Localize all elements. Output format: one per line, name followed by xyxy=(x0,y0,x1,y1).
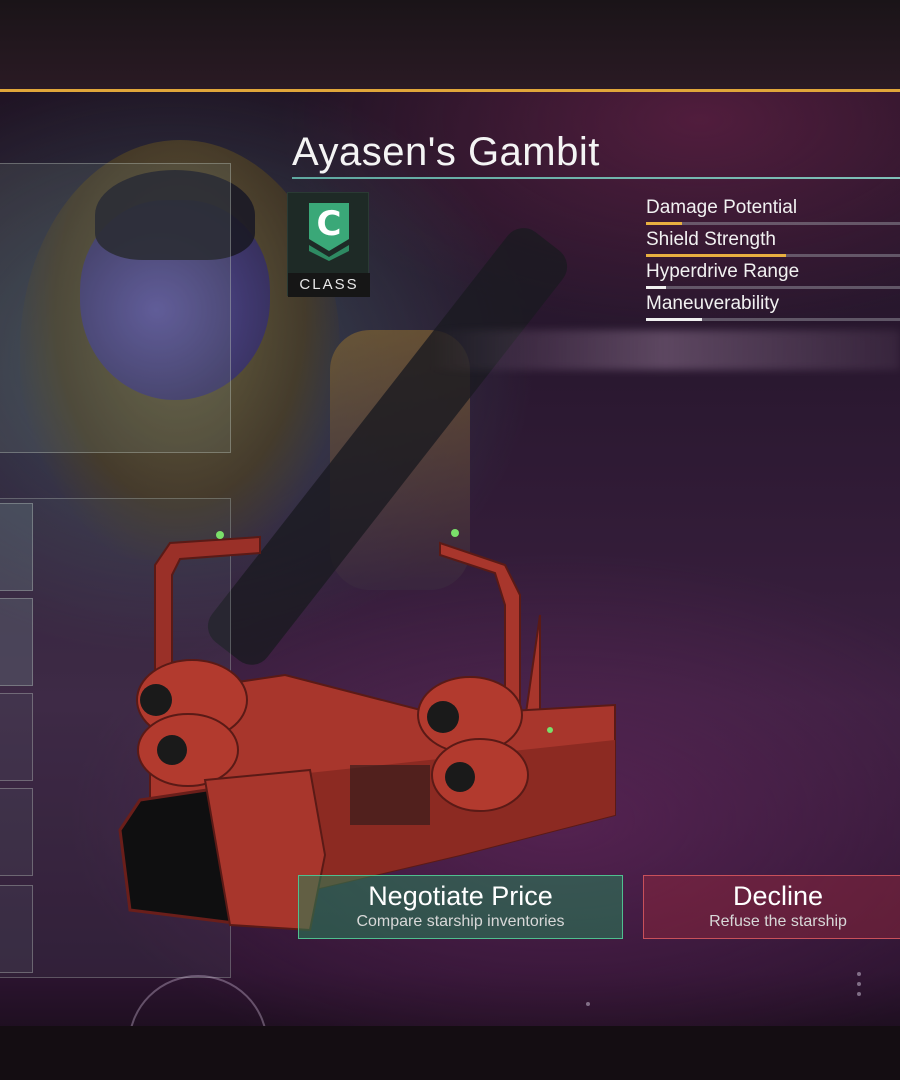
stat-damage-potential: Damage Potential xyxy=(646,197,900,227)
background-light xyxy=(430,330,900,370)
decline-button[interactable]: Decline Refuse the starship xyxy=(643,875,900,939)
top-accent-rule xyxy=(0,89,900,92)
inventory-slot[interactable] xyxy=(0,693,33,781)
inventory-slot[interactable] xyxy=(0,503,33,591)
stat-fill xyxy=(646,222,682,225)
inventory-slot[interactable] xyxy=(0,788,33,876)
stat-hyperdrive-range: Hyperdrive Range xyxy=(646,261,900,291)
ship-name: Ayasen's Gambit xyxy=(292,130,600,174)
class-label: CLASS xyxy=(288,273,370,297)
stat-shield-strength: Shield Strength xyxy=(646,229,900,259)
stat-fill xyxy=(646,286,667,289)
decorative-dot xyxy=(857,982,861,986)
stat-fill xyxy=(646,318,702,321)
inventory-slot[interactable] xyxy=(0,598,33,686)
stat-track xyxy=(646,222,900,225)
negotiate-price-label: Negotiate Price xyxy=(368,881,553,911)
decorative-dot xyxy=(857,972,861,976)
negotiate-price-subtitle: Compare starship inventories xyxy=(356,913,565,930)
top-strip xyxy=(0,0,900,90)
bottom-strip xyxy=(0,1026,900,1080)
class-badge: C CLASS xyxy=(287,192,370,297)
decline-label: Decline xyxy=(732,881,824,911)
title-underline xyxy=(292,177,900,179)
negotiate-price-button[interactable]: Negotiate Price Compare starship invento… xyxy=(298,875,623,939)
stat-label: Maneuverability xyxy=(646,293,780,314)
stat-track xyxy=(646,318,900,321)
decline-subtitle: Refuse the starship xyxy=(709,913,847,930)
class-c-emblem-icon: C xyxy=(309,203,349,261)
stat-label: Shield Strength xyxy=(646,229,776,250)
stat-maneuverability: Maneuverability xyxy=(646,293,900,323)
stat-track xyxy=(646,254,900,257)
decorative-dot xyxy=(857,992,861,996)
class-letter: C xyxy=(317,204,342,244)
stat-label: Damage Potential xyxy=(646,197,798,218)
stat-track xyxy=(646,286,900,289)
left-info-panel xyxy=(0,163,231,453)
decorative-dot xyxy=(586,1002,590,1006)
stat-fill xyxy=(646,254,786,257)
stat-label: Hyperdrive Range xyxy=(646,261,800,282)
inventory-slot[interactable] xyxy=(0,885,33,973)
